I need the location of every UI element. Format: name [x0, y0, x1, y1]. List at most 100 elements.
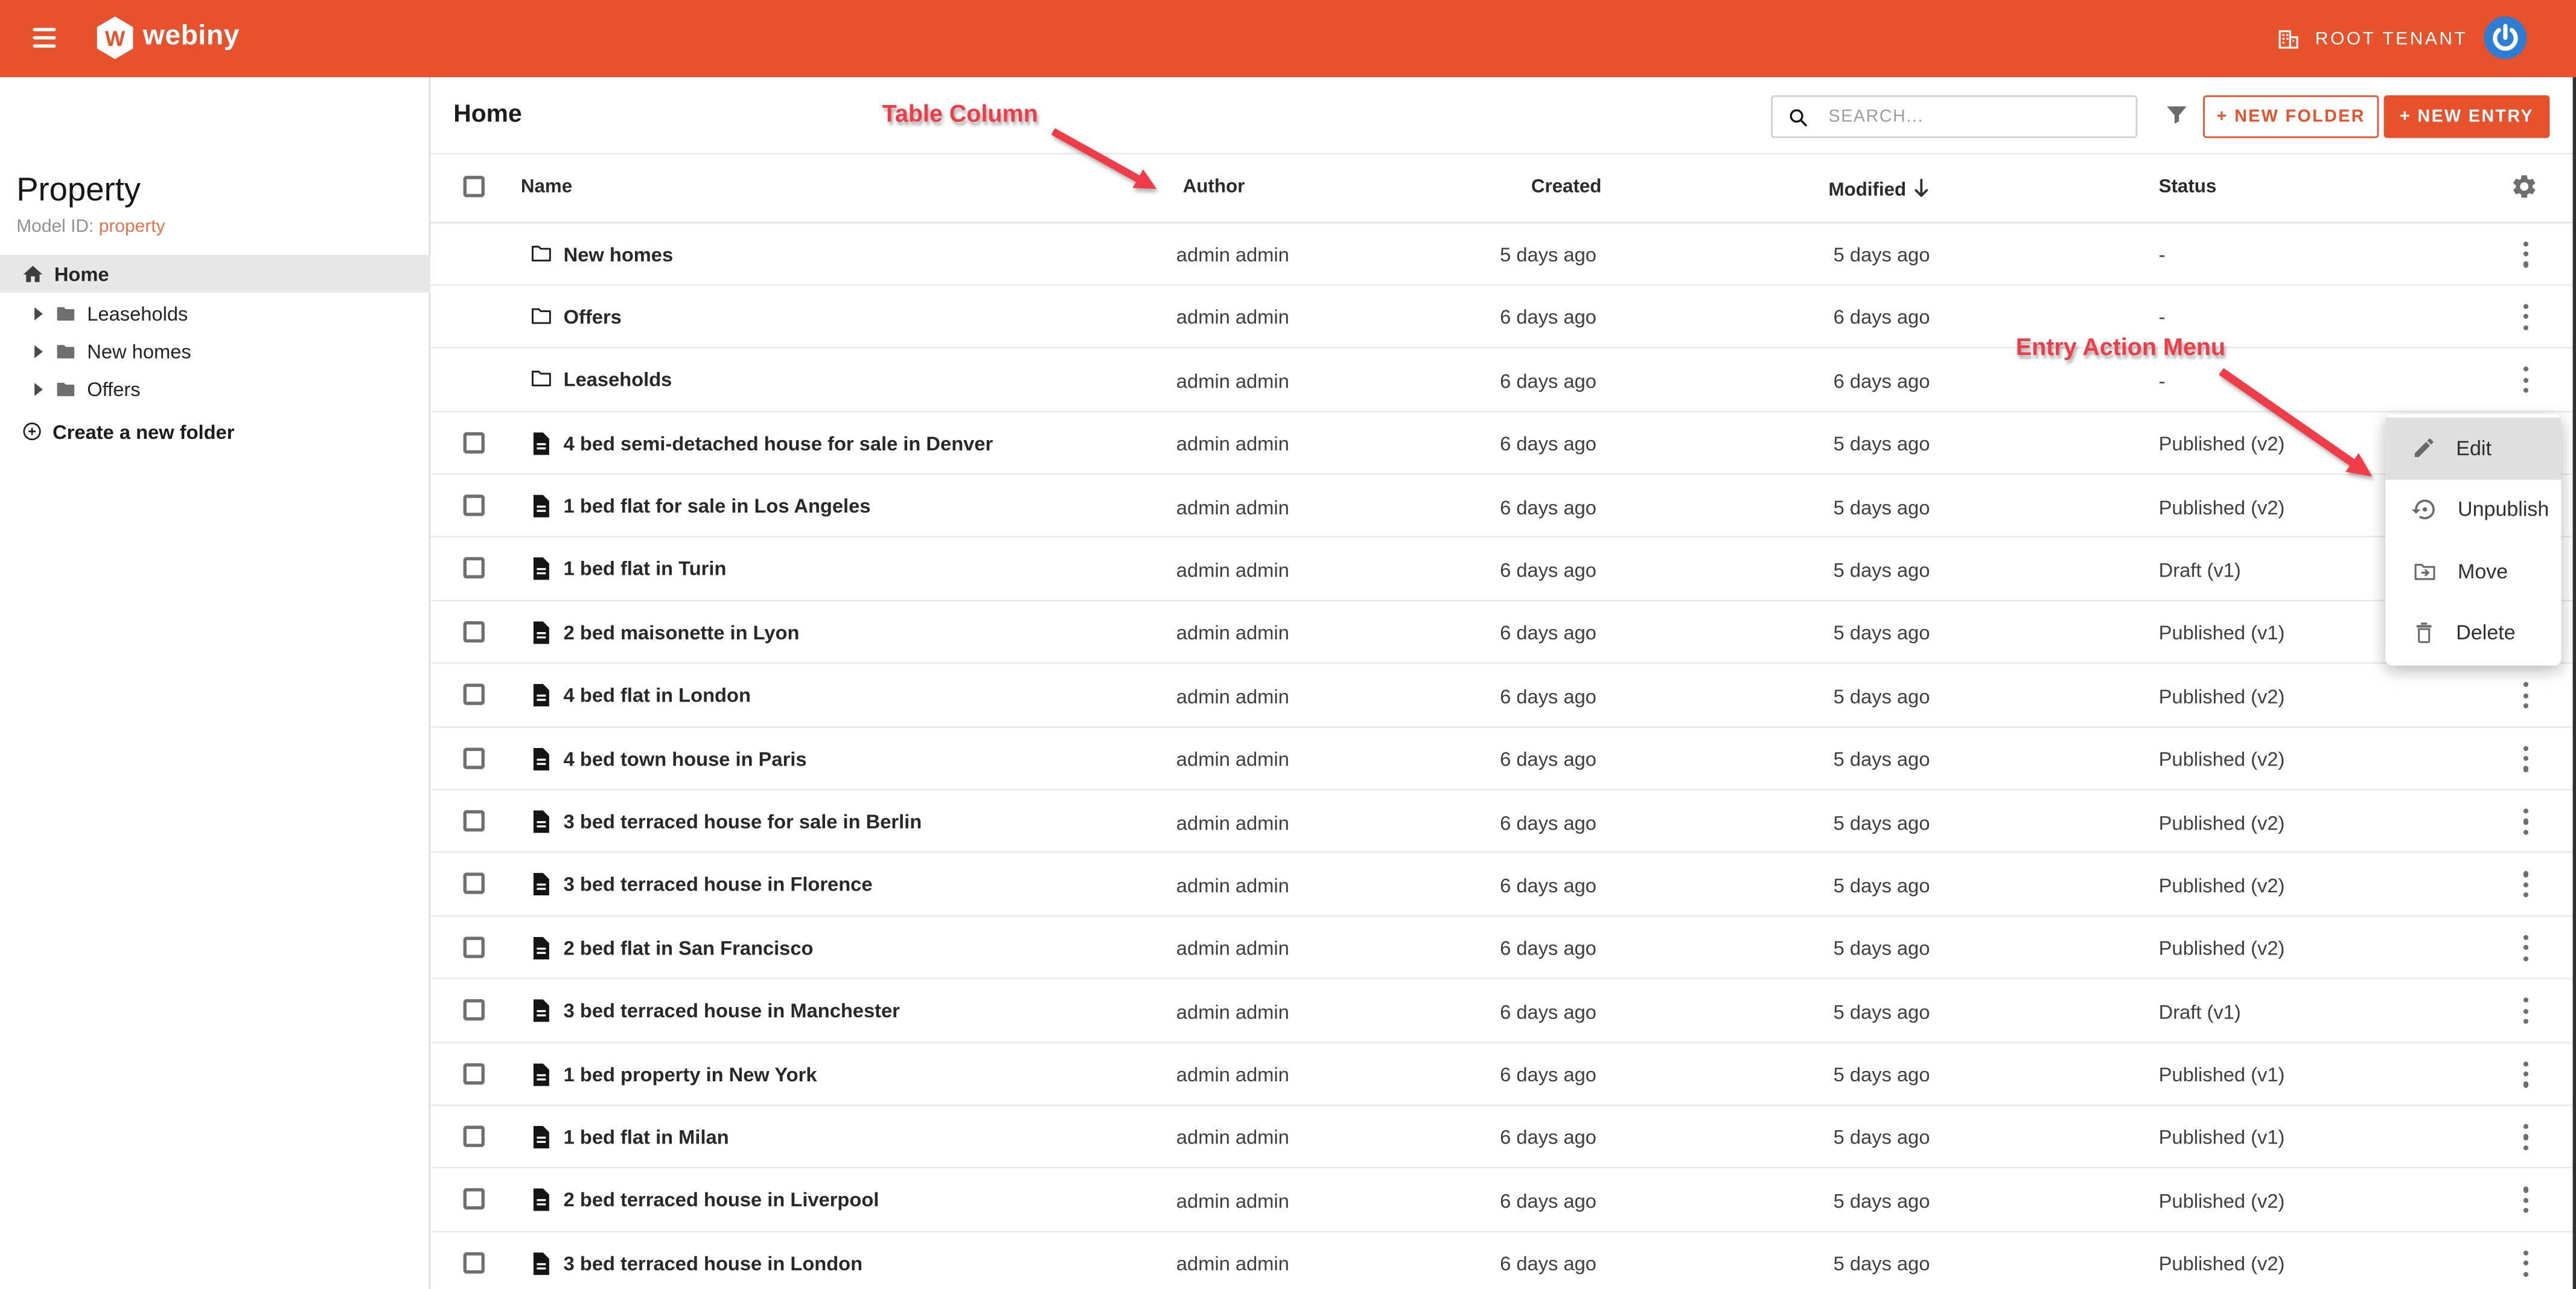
- cell-created: 6 days ago: [1500, 1189, 1596, 1213]
- folder-icon: [57, 306, 75, 321]
- row-checkbox[interactable]: [463, 431, 485, 453]
- row-checkbox[interactable]: [463, 810, 485, 832]
- column-header-modified[interactable]: Modified: [1829, 178, 1931, 200]
- document-icon: [533, 1063, 549, 1086]
- row-actions-kebab-icon[interactable]: [2519, 304, 2533, 330]
- table-row-folder[interactable]: New homes admin admin 5 days ago 5 days …: [430, 222, 2576, 286]
- table-row-entry[interactable]: 2 bed flat in San Francisco admin admin …: [430, 916, 2576, 980]
- cell-author: admin admin: [1176, 432, 1289, 456]
- chevron-right-icon[interactable]: [34, 307, 43, 320]
- search-icon: [1790, 108, 1807, 126]
- chevron-right-icon[interactable]: [34, 383, 43, 397]
- row-actions-kebab-icon[interactable]: [2519, 1061, 2533, 1087]
- new-folder-button[interactable]: + NEW FOLDER: [2203, 95, 2379, 138]
- hamburger-menu-icon[interactable]: [33, 28, 56, 48]
- cell-status: Published (v2): [2158, 1189, 2285, 1213]
- row-checkbox[interactable]: [463, 747, 485, 769]
- sidebar-item-home[interactable]: Home: [0, 254, 431, 293]
- sidebar-item-leaseholds[interactable]: Leaseholds: [0, 294, 430, 333]
- row-checkbox[interactable]: [463, 1062, 485, 1084]
- table-row-entry[interactable]: 3 bed terraced house in Manchester admin…: [430, 979, 2576, 1043]
- column-header-author[interactable]: Author: [1183, 178, 1245, 197]
- cell-modified: 5 days ago: [1833, 685, 1930, 708]
- row-actions-kebab-icon[interactable]: [2519, 808, 2533, 835]
- cell-author: admin admin: [1176, 811, 1289, 834]
- webiny-logo-icon[interactable]: W: [97, 16, 133, 59]
- row-checkbox[interactable]: [463, 873, 485, 895]
- table-row-entry[interactable]: 4 bed semi-detached house for sale in De…: [430, 412, 2576, 475]
- tenant-selector[interactable]: ROOT TENANT: [2276, 0, 2468, 77]
- row-actions-kebab-icon[interactable]: [2519, 682, 2533, 709]
- chevron-right-icon[interactable]: [34, 345, 43, 359]
- row-checkbox[interactable]: [463, 1252, 485, 1273]
- row-actions-kebab-icon[interactable]: [2519, 935, 2533, 961]
- row-actions-kebab-icon[interactable]: [2519, 1250, 2533, 1277]
- sidebar-item-new-homes[interactable]: New homes: [0, 333, 430, 371]
- cell-name: New homes: [563, 242, 674, 266]
- row-checkbox[interactable]: [463, 621, 485, 642]
- menu-item-move[interactable]: Move: [2385, 541, 2561, 603]
- cell-created: 5 days ago: [1500, 243, 1596, 266]
- row-actions-kebab-icon[interactable]: [2519, 1187, 2533, 1214]
- cell-created: 6 days ago: [1500, 306, 1596, 330]
- cell-name: 3 bed terraced house in Manchester: [563, 999, 900, 1023]
- sidebar: Property Model ID: property Home Leaseho…: [0, 77, 431, 1289]
- table-row-folder[interactable]: Offers admin admin 6 days ago 6 days ago…: [430, 286, 2576, 349]
- row-actions-kebab-icon[interactable]: [2519, 745, 2533, 772]
- cell-modified: 5 days ago: [1833, 747, 1930, 771]
- folder-icon: [531, 371, 551, 387]
- cell-name: 4 bed flat in London: [563, 683, 751, 708]
- search-input[interactable]: [1825, 105, 2111, 129]
- table-row-entry[interactable]: 3 bed terraced house in Florence admin a…: [430, 853, 2576, 917]
- table-row-entry[interactable]: 1 bed property in New York admin admin 6…: [430, 1043, 2576, 1106]
- row-actions-kebab-icon[interactable]: [2519, 240, 2533, 267]
- column-header-status[interactable]: Status: [2159, 178, 2217, 197]
- row-actions-kebab-icon[interactable]: [2519, 871, 2533, 898]
- document-icon: [533, 936, 549, 959]
- menu-item-edit[interactable]: Edit: [2385, 417, 2562, 479]
- cell-created: 6 days ago: [1500, 685, 1596, 708]
- table-row-entry[interactable]: 3 bed terraced house in London admin adm…: [430, 1232, 2576, 1289]
- table-row-entry[interactable]: 3 bed terraced house for sale in Berlin …: [430, 790, 2576, 854]
- row-actions-kebab-icon[interactable]: [2519, 366, 2533, 394]
- menu-item-delete[interactable]: Delete: [2385, 603, 2561, 664]
- table-row-entry[interactable]: 4 bed flat in London admin admin 6 days …: [430, 664, 2576, 728]
- filter-icon[interactable]: [2162, 100, 2192, 130]
- new-entry-button[interactable]: + NEW ENTRY: [2383, 95, 2550, 138]
- table-row-folder[interactable]: Leaseholds admin admin 6 days ago 6 days…: [430, 348, 2576, 412]
- row-checkbox[interactable]: [463, 936, 485, 958]
- move-icon: [2414, 563, 2435, 580]
- model-id-value[interactable]: property: [99, 217, 165, 237]
- row-checkbox[interactable]: [463, 999, 485, 1021]
- sidebar-item-offers[interactable]: Offers: [0, 371, 430, 410]
- menu-item-unpublish[interactable]: Unpublish: [2385, 479, 2561, 540]
- cell-status: Published (v2): [2158, 685, 2285, 708]
- table-row-entry[interactable]: 2 bed maisonette in Lyon admin admin 6 d…: [430, 601, 2576, 665]
- row-checkbox[interactable]: [463, 557, 485, 580]
- folder-icon: [531, 308, 551, 324]
- select-all-checkbox[interactable]: [463, 176, 485, 197]
- cell-author: admin admin: [1176, 621, 1289, 645]
- table-row-entry[interactable]: 1 bed flat in Milan admin admin 6 days a…: [430, 1105, 2576, 1169]
- row-checkbox[interactable]: [463, 494, 485, 516]
- table-row-entry[interactable]: 4 bed town house in Paris admin admin 6 …: [430, 727, 2576, 791]
- cell-author: admin admin: [1176, 369, 1289, 392]
- row-checkbox[interactable]: [463, 1125, 485, 1147]
- cell-created: 6 days ago: [1500, 1252, 1596, 1276]
- table-row-entry[interactable]: 1 bed flat in Turin admin admin 6 days a…: [430, 538, 2576, 601]
- row-actions-kebab-icon[interactable]: [2519, 1124, 2533, 1151]
- row-checkbox[interactable]: [463, 1188, 485, 1211]
- table-row-entry[interactable]: 1 bed flat for sale in Los Angeles admin…: [430, 475, 2576, 539]
- edit-icon: [2414, 439, 2434, 458]
- gear-icon[interactable]: [2510, 173, 2538, 200]
- row-checkbox[interactable]: [463, 683, 485, 706]
- user-avatar[interactable]: [2484, 16, 2527, 59]
- row-actions-kebab-icon[interactable]: [2519, 997, 2533, 1025]
- cell-status: -: [2158, 369, 2166, 392]
- cell-status: Published (v1): [2158, 1063, 2285, 1087]
- column-header-name[interactable]: Name: [521, 178, 572, 197]
- column-header-created[interactable]: Created: [1531, 178, 1602, 197]
- table-row-entry[interactable]: 2 bed terraced house in Liverpool admin …: [430, 1169, 2576, 1232]
- create-new-folder-button[interactable]: Create a new folder: [0, 412, 430, 450]
- table-header: Name Author Created Modified Status: [430, 155, 2576, 223]
